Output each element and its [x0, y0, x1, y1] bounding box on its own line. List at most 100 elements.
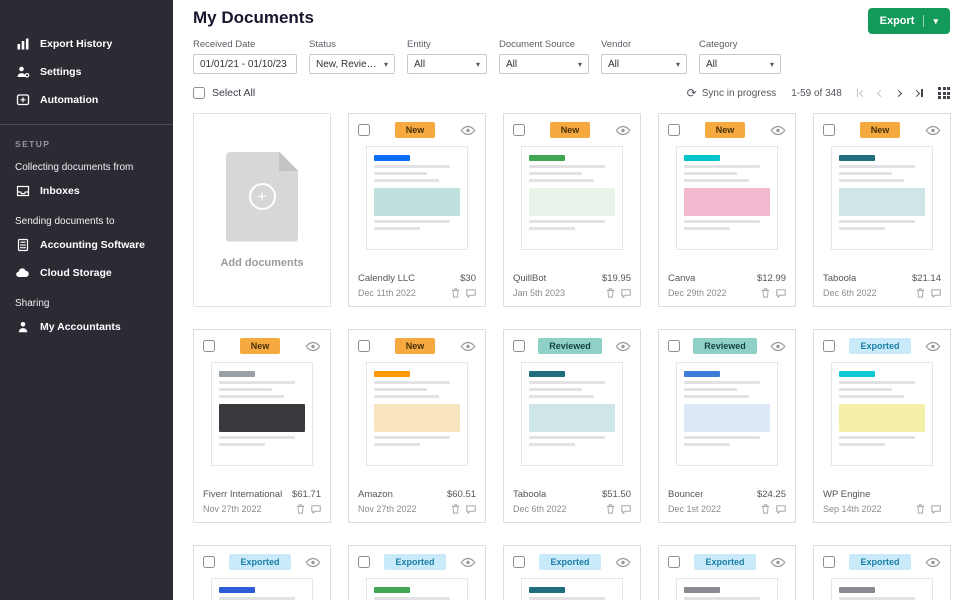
status-badge: New — [240, 338, 281, 354]
comment-icon[interactable] — [311, 505, 321, 514]
document-checkbox[interactable] — [513, 124, 525, 136]
sidebar-item-automation[interactable]: Automation — [0, 86, 173, 114]
document-card[interactable]: Exported — [193, 545, 331, 600]
document-thumbnail[interactable] — [521, 146, 623, 250]
sidebar-item-inboxes[interactable]: Inboxes — [0, 177, 173, 205]
first-page-button[interactable] — [857, 89, 866, 97]
eye-preview-icon[interactable] — [460, 125, 476, 136]
prev-page-button[interactable] — [878, 91, 883, 96]
eye-preview-icon[interactable] — [460, 341, 476, 352]
delete-icon[interactable] — [451, 288, 460, 298]
document-card[interactable]: New QuillBot $19.95 Jan 5th 2023 — [503, 113, 641, 307]
filter-status: Status New, Reviewed... ▾ — [309, 39, 395, 74]
document-card[interactable]: New Amazon $60.51 Nov 27th 2022 — [348, 329, 486, 523]
document-checkbox[interactable] — [668, 124, 680, 136]
document-thumbnail[interactable] — [831, 362, 933, 466]
document-checkbox[interactable] — [358, 124, 370, 136]
document-thumbnail[interactable] — [366, 578, 468, 600]
document-thumbnail[interactable] — [831, 146, 933, 250]
document-thumbnail[interactable] — [521, 578, 623, 600]
document-checkbox[interactable] — [668, 556, 680, 568]
export-button[interactable]: Export ▾ — [868, 8, 950, 34]
comment-icon[interactable] — [466, 505, 476, 514]
document-card[interactable]: Exported — [813, 545, 951, 600]
sidebar-item-export-history[interactable]: Export History — [0, 30, 173, 58]
document-thumbnail[interactable] — [521, 362, 623, 466]
comment-icon[interactable] — [931, 505, 941, 514]
document-checkbox[interactable] — [823, 340, 835, 352]
comment-icon[interactable] — [621, 289, 631, 298]
delete-icon[interactable] — [916, 288, 925, 298]
eye-preview-icon[interactable] — [770, 125, 786, 136]
entity-select[interactable]: All ▾ — [407, 54, 487, 74]
eye-preview-icon[interactable] — [460, 557, 476, 568]
document-card[interactable]: Reviewed Taboola $51.50 Dec 6th 2022 — [503, 329, 641, 523]
select-all-checkbox[interactable] — [193, 87, 205, 99]
document-thumbnail[interactable] — [366, 146, 468, 250]
comment-icon[interactable] — [776, 289, 786, 298]
eye-preview-icon[interactable] — [615, 341, 631, 352]
document-thumbnail[interactable] — [211, 578, 313, 600]
sidebar-item-my-accountants[interactable]: My Accountants — [0, 313, 173, 341]
add-documents-card[interactable]: + Add documents — [193, 113, 331, 307]
eye-preview-icon[interactable] — [770, 341, 786, 352]
eye-preview-icon[interactable] — [615, 557, 631, 568]
document-card[interactable]: New Taboola $21.14 Dec 6th 2022 — [813, 113, 951, 307]
document-card[interactable]: Exported — [658, 545, 796, 600]
document-card[interactable]: New Fiverr International $61.71 Nov 27th… — [193, 329, 331, 523]
last-page-button[interactable] — [914, 89, 923, 97]
eye-preview-icon[interactable] — [305, 557, 321, 568]
document-card[interactable]: Exported WP Engine Sep 14th 2022 — [813, 329, 951, 523]
document-thumbnail[interactable] — [676, 146, 778, 250]
document-checkbox[interactable] — [668, 340, 680, 352]
document-card[interactable]: New Canva $12.99 Dec 29th 2022 — [658, 113, 796, 307]
comment-icon[interactable] — [621, 505, 631, 514]
document-checkbox[interactable] — [358, 556, 370, 568]
eye-preview-icon[interactable] — [615, 125, 631, 136]
eye-preview-icon[interactable] — [770, 557, 786, 568]
comment-icon[interactable] — [776, 505, 786, 514]
status-select[interactable]: New, Reviewed... ▾ — [309, 54, 395, 74]
grid-view-icon[interactable] — [938, 87, 950, 99]
category-select[interactable]: All ▾ — [699, 54, 781, 74]
document-thumbnail[interactable] — [366, 362, 468, 466]
document-thumbnail[interactable] — [676, 362, 778, 466]
comment-icon[interactable] — [931, 289, 941, 298]
document-checkbox[interactable] — [513, 340, 525, 352]
sidebar-item-cloud-storage[interactable]: Cloud Storage — [0, 259, 173, 287]
received-date-input[interactable] — [193, 54, 297, 74]
comment-icon[interactable] — [466, 289, 476, 298]
document-checkbox[interactable] — [203, 340, 215, 352]
delete-icon[interactable] — [761, 504, 770, 514]
eye-preview-icon[interactable] — [925, 341, 941, 352]
document-checkbox[interactable] — [203, 556, 215, 568]
document-checkbox[interactable] — [823, 124, 835, 136]
delete-icon[interactable] — [916, 504, 925, 514]
delete-icon[interactable] — [606, 288, 615, 298]
vendor-select[interactable]: All ▾ — [601, 54, 687, 74]
eye-preview-icon[interactable] — [305, 341, 321, 352]
vendor-name: QuillBot — [513, 273, 546, 284]
document-card[interactable]: Reviewed Bouncer $24.25 Dec 1st 2022 — [658, 329, 796, 523]
document-thumbnail[interactable] — [831, 578, 933, 600]
document-checkbox[interactable] — [513, 556, 525, 568]
sidebar-item-settings[interactable]: Settings — [0, 58, 173, 86]
sidebar-item-accounting-software[interactable]: Accounting Software — [0, 231, 173, 259]
document-checkbox[interactable] — [358, 340, 370, 352]
next-page-button[interactable] — [896, 91, 901, 96]
delete-icon[interactable] — [451, 504, 460, 514]
document-card[interactable]: New Calendly LLC $30 Dec 11th 2022 — [348, 113, 486, 307]
document-source-select[interactable]: All ▾ — [499, 54, 589, 74]
document-thumbnail[interactable] — [211, 362, 313, 466]
eye-preview-icon[interactable] — [925, 125, 941, 136]
document-price: $21.14 — [912, 273, 941, 284]
document-card[interactable]: Exported — [348, 545, 486, 600]
delete-icon[interactable] — [296, 504, 305, 514]
select-all[interactable]: Select All — [193, 87, 255, 99]
eye-preview-icon[interactable] — [925, 557, 941, 568]
document-card[interactable]: Exported — [503, 545, 641, 600]
delete-icon[interactable] — [761, 288, 770, 298]
document-checkbox[interactable] — [823, 556, 835, 568]
delete-icon[interactable] — [606, 504, 615, 514]
document-thumbnail[interactable] — [676, 578, 778, 600]
